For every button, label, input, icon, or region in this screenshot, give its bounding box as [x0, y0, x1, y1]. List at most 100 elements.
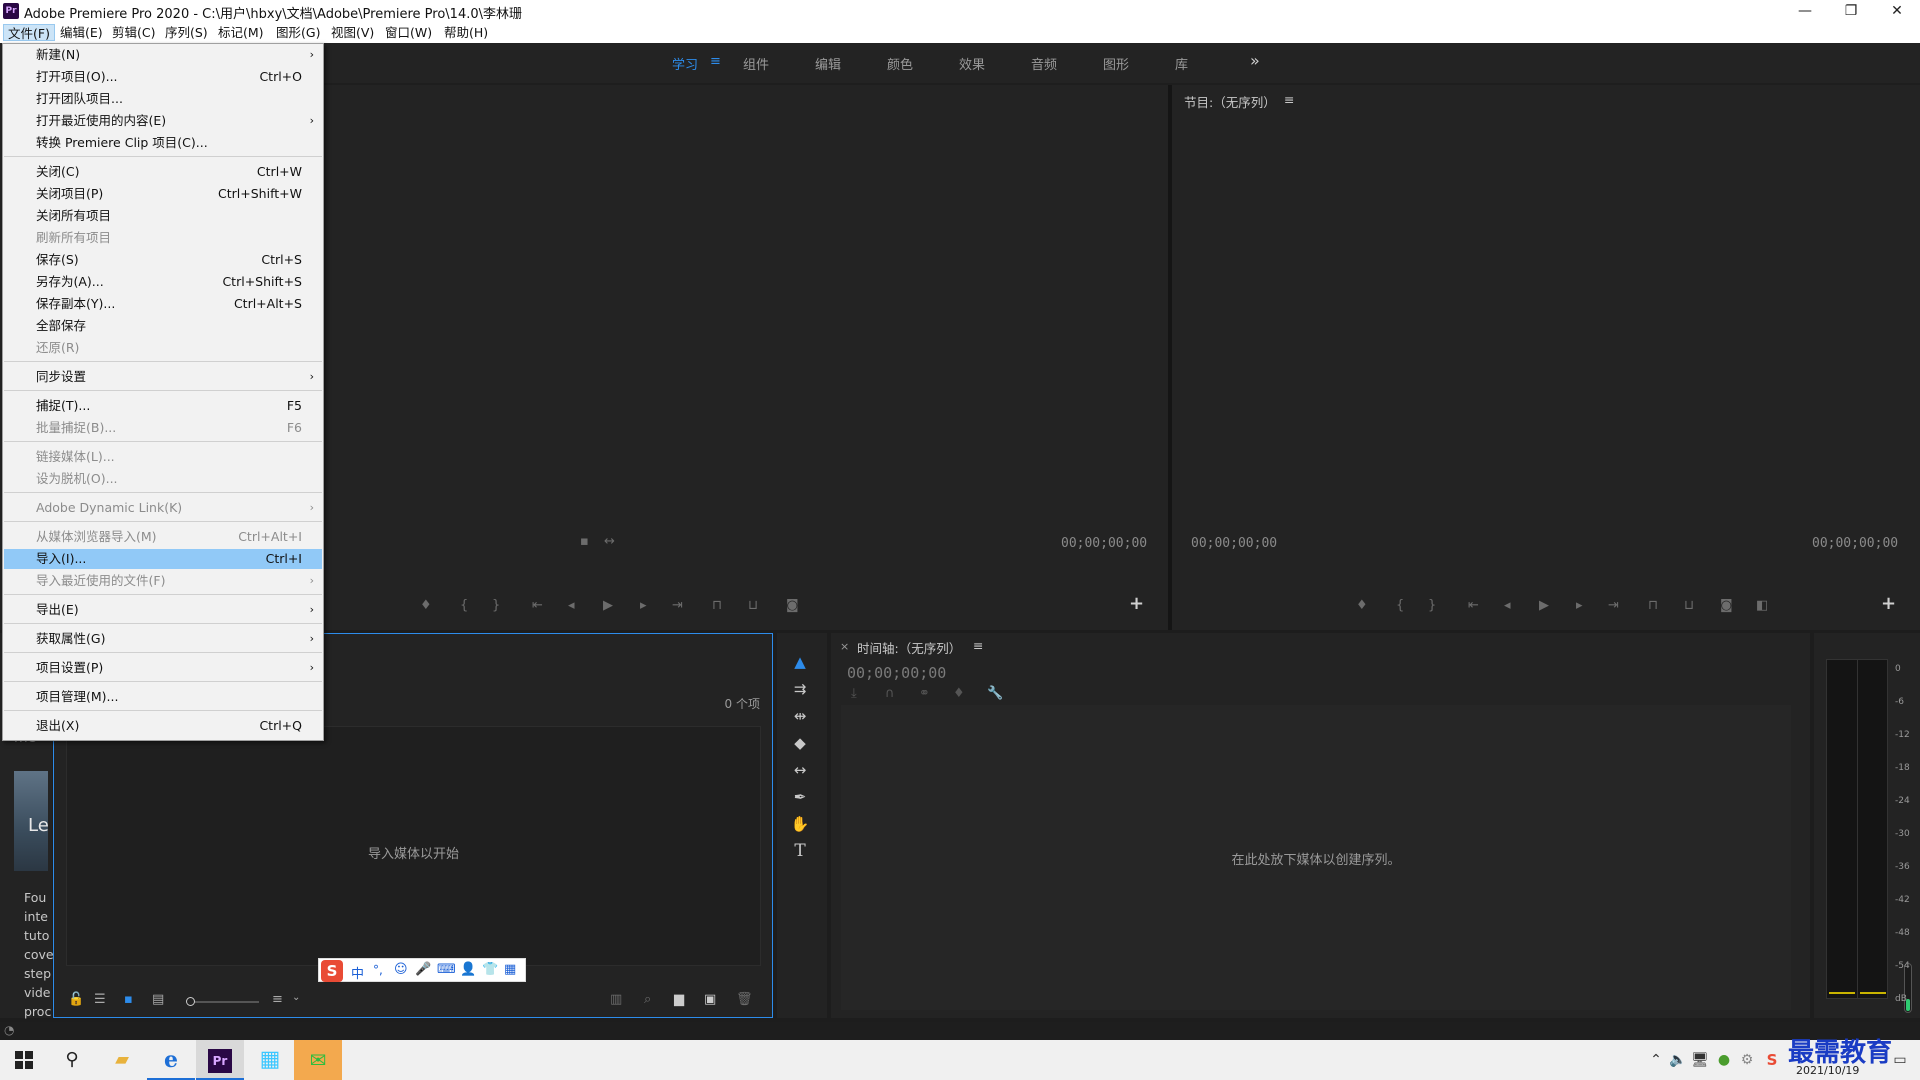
file-menu-new[interactable]: 新建(N) ›	[4, 45, 322, 65]
wechat-icon[interactable]: ✉	[294, 1040, 342, 1080]
toolbox-icon[interactable]: ▦	[504, 962, 516, 977]
file-menu-import-recent[interactable]: 导入最近使用的文件(F) ›	[4, 571, 322, 591]
file-menu-close-project[interactable]: 关闭项目(P) Ctrl+Shift+W	[4, 184, 322, 204]
program-mark-in-icon[interactable]: {	[1396, 598, 1404, 613]
program-play-icon[interactable]: ▶	[1539, 598, 1549, 613]
menu-file[interactable]: 文件(F)	[3, 24, 55, 41]
step-back-icon[interactable]: ◂	[568, 598, 575, 613]
pen-tool-icon[interactable]: ✒	[788, 785, 812, 809]
menu-window[interactable]: 窗口(W)	[381, 24, 436, 41]
photos-app-icon[interactable]: ▦	[246, 1040, 294, 1080]
tray-settings-icon[interactable]: ⚙	[1735, 1040, 1759, 1080]
freeform-view-icon[interactable]: ▤	[152, 992, 164, 1007]
workspace-tab-editing[interactable]: 编辑	[815, 54, 841, 73]
automate-to-sequence-icon[interactable]: ▥	[610, 992, 622, 1007]
insert-icon[interactable]: ⊓	[712, 598, 722, 613]
program-add-marker-icon[interactable]: ♦	[1356, 598, 1368, 613]
keyboard-icon[interactable]: ⌨	[437, 962, 456, 977]
mark-out-icon[interactable]: }	[492, 598, 500, 613]
slip-tool-icon[interactable]: ↔	[788, 758, 812, 782]
safe-margins-icon[interactable]: ▪	[580, 534, 589, 549]
file-menu-open-recent[interactable]: 打开最近使用的内容(E) ›	[4, 111, 322, 131]
file-menu-save[interactable]: 保存(S) Ctrl+S	[4, 250, 322, 270]
file-menu-save-copy[interactable]: 保存副本(Y)... Ctrl+Alt+S	[4, 294, 322, 314]
new-item-icon[interactable]: ▣	[704, 992, 716, 1007]
file-menu-link-media[interactable]: 链接媒体(L)...	[4, 447, 322, 467]
linked-selection-icon[interactable]: ⚭	[919, 686, 930, 701]
sogou-tray-icon[interactable]: S	[1760, 1040, 1784, 1080]
mark-in-icon[interactable]: {	[460, 598, 468, 613]
program-export-frame-icon[interactable]: ◙	[1720, 598, 1733, 613]
lift-icon[interactable]: ⊓	[1648, 598, 1658, 613]
program-step-back-icon[interactable]: ◂	[1504, 598, 1511, 613]
timeline-close-icon[interactable]: ×	[840, 640, 849, 653]
workspace-tab-learn[interactable]: 学习	[672, 54, 698, 73]
notification-icon[interactable]: ▭	[1880, 1040, 1920, 1080]
file-menu-project-settings[interactable]: 项目设置(P) ›	[4, 658, 322, 678]
timeline-add-marker-icon[interactable]: ♦	[953, 686, 965, 701]
icon-view-icon[interactable]: ▪	[124, 992, 133, 1007]
file-menu-dynamic-link[interactable]: Adobe Dynamic Link(K) ›	[4, 498, 322, 518]
add-marker-icon[interactable]: ♦	[420, 598, 432, 613]
program-button-editor-plus-icon[interactable]: +	[1881, 593, 1896, 614]
workspace-tab-audio[interactable]: 音频	[1031, 54, 1057, 73]
file-menu-open-team-project[interactable]: 打开团队项目...	[4, 89, 322, 109]
skin-icon[interactable]: 👕	[482, 962, 498, 977]
export-frame-icon[interactable]: ◙	[786, 598, 799, 613]
file-menu-capture[interactable]: 捕捉(T)... F5	[4, 396, 322, 416]
menu-graphics[interactable]: 图形(G)	[272, 24, 324, 41]
file-menu-save-all[interactable]: 全部保存	[4, 316, 322, 336]
timeline-title[interactable]: 时间轴:（无序列）	[857, 638, 961, 657]
program-mark-out-icon[interactable]: }	[1428, 598, 1436, 613]
volume-icon[interactable]: 🔈	[1666, 1040, 1690, 1080]
file-menu-batch-capture[interactable]: 批量捕捉(B)... F6	[4, 418, 322, 438]
file-menu-open-project[interactable]: 打开项目(O)... Ctrl+O	[4, 67, 322, 87]
track-select-tool-icon[interactable]: ⇉	[788, 677, 812, 701]
emoji-icon[interactable]: ☺	[394, 962, 408, 977]
program-monitor-title[interactable]: 节目:（无序列）	[1184, 92, 1276, 111]
go-to-in-icon[interactable]: ⇤	[532, 598, 543, 613]
menu-sequence[interactable]: 序列(S)	[161, 24, 212, 41]
workspace-menu-icon[interactable]: ≡	[710, 54, 721, 69]
sort-icon[interactable]: ≡	[272, 992, 283, 1007]
file-menu-import[interactable]: 导入(I)... Ctrl+I	[4, 549, 322, 569]
file-menu-import-from-browser[interactable]: 从媒体浏览器导入(M) Ctrl+Alt+I	[4, 527, 322, 547]
sort-chevron-down-icon[interactable]: ⌄	[292, 992, 300, 1003]
file-explorer-icon[interactable]: ▰	[98, 1040, 146, 1080]
sogou-logo-icon[interactable]: S	[321, 960, 343, 982]
menu-help[interactable]: 帮助(H)	[440, 24, 492, 41]
timeline-drop-area[interactable]: 在此处放下媒体以创建序列。	[841, 705, 1791, 1010]
lock-icon[interactable]: 🔓	[68, 992, 84, 1007]
workspace-overflow-icon[interactable]: »	[1250, 51, 1260, 70]
minimize-button[interactable]: —	[1782, 0, 1828, 22]
file-menu-export[interactable]: 导出(E) ›	[4, 600, 322, 620]
new-bin-icon[interactable]: ▆	[674, 992, 684, 1007]
search-icon[interactable]: ⚲	[48, 1040, 96, 1080]
file-menu-revert[interactable]: 还原(R)	[4, 338, 322, 358]
file-menu-save-as[interactable]: 另存为(A)... Ctrl+Shift+S	[4, 272, 322, 292]
type-tool-icon[interactable]: T	[788, 839, 812, 863]
button-editor-plus-icon[interactable]: +	[1129, 593, 1144, 614]
insert-overwrite-sequences-icon[interactable]: ⤓	[851, 686, 857, 701]
zoom-slider-handle[interactable]	[186, 997, 195, 1006]
workspace-tab-libraries[interactable]: 库	[1175, 54, 1188, 73]
project-bin-area[interactable]: 导入媒体以开始	[66, 726, 761, 966]
clear-icon[interactable]: 🗑	[736, 992, 753, 1007]
tray-chevron-up-icon[interactable]: ⌃	[1644, 1040, 1668, 1080]
find-icon[interactable]: ⌕	[644, 992, 651, 1007]
extract-icon[interactable]: ⊔	[1684, 598, 1694, 613]
file-menu-close[interactable]: 关闭(C) Ctrl+W	[4, 162, 322, 182]
razor-tool-icon[interactable]: ◆	[788, 731, 812, 755]
selection-tool-icon[interactable]: ▲	[788, 650, 812, 674]
timeline-timecode[interactable]: 00;00;00;00	[847, 664, 946, 682]
file-menu-make-offline[interactable]: 设为脱机(O)...	[4, 469, 322, 489]
close-button[interactable]: ✕	[1874, 0, 1920, 22]
hand-tool-icon[interactable]: ✋	[788, 812, 812, 836]
step-forward-icon[interactable]: ▸	[640, 598, 647, 613]
restore-button[interactable]: ❐	[1828, 0, 1874, 22]
menu-clip[interactable]: 剪辑(C)	[108, 24, 159, 41]
program-go-to-out-icon[interactable]: ⇥	[1608, 598, 1619, 613]
file-menu-convert-clip[interactable]: 转换 Premiere Clip 项目(C)...	[4, 133, 322, 153]
zoom-slider[interactable]	[186, 997, 259, 1006]
file-menu-refresh-all[interactable]: 刷新所有项目	[4, 228, 322, 248]
